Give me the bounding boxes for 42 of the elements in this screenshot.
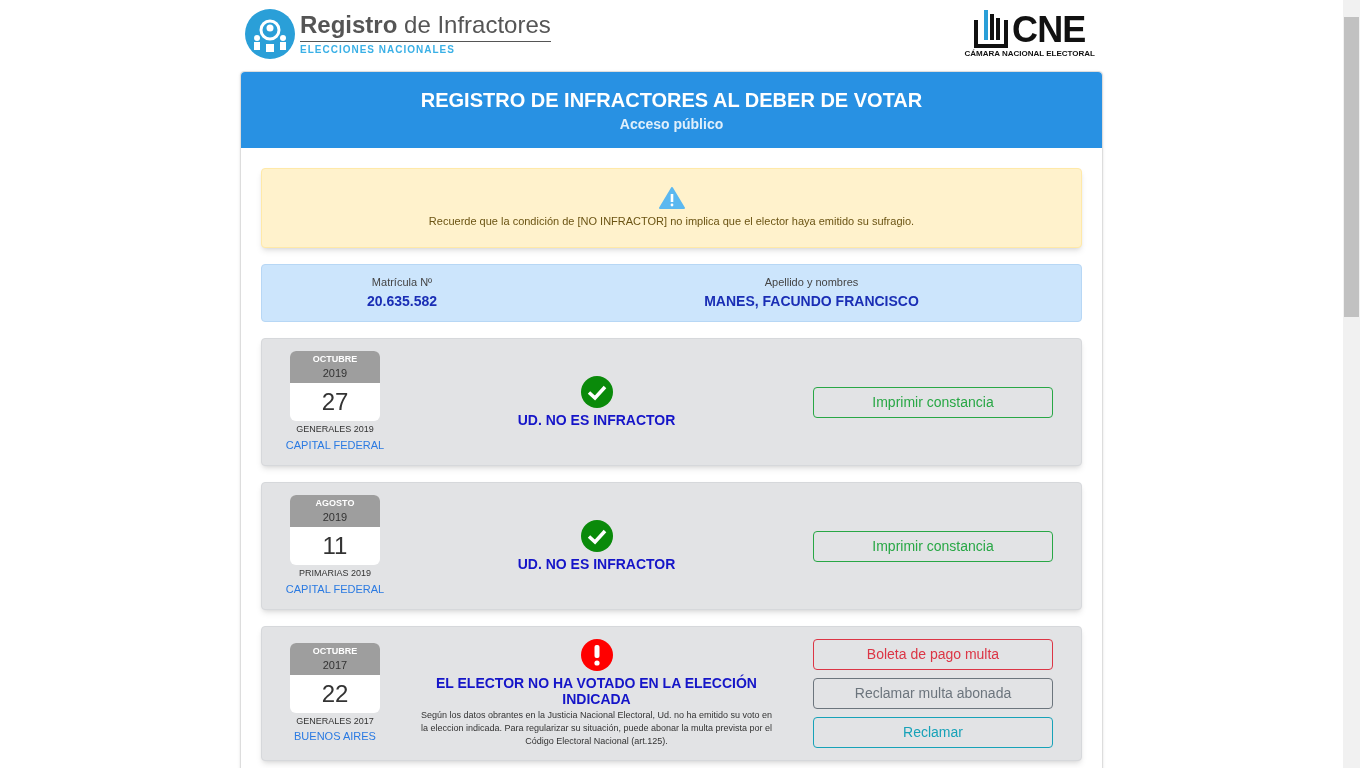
matricula-label: Matrícula Nº: [371, 275, 433, 291]
action-button[interactable]: Reclamar: [813, 717, 1053, 748]
action-button[interactable]: Boleta de pago multa: [813, 639, 1053, 670]
name-value: MANES, FACUNDO FRANCISCO: [704, 291, 919, 311]
calendar-day: 27: [321, 383, 349, 421]
result-text: EL ELECTOR NO HA VOTADO EN LA ELECCIÓN INDICADA: [435, 675, 758, 707]
result-text: UD. NO ES INFRACTOR: [517, 412, 676, 428]
result-text: UD. NO ES INFRACTOR: [517, 556, 676, 572]
action-button[interactable]: Reclamar multa abonada: [813, 678, 1053, 709]
cne-wordmark: CNE: [1012, 12, 1086, 48]
district-name: BUENOS AIRES: [294, 729, 376, 744]
calendar-year: 2019: [322, 366, 348, 381]
alert-icon: [580, 639, 613, 671]
calendar-year: 2017: [322, 657, 348, 673]
name-label: Apellido y nombres: [764, 275, 859, 291]
warning-icon: [658, 186, 685, 209]
logo-subtitle: ELECCIONES NACIONALES: [300, 43, 456, 57]
action-button[interactable]: Imprimir constancia: [813, 530, 1053, 562]
calendar-day: 22: [321, 674, 349, 713]
district-name: CAPITAL FEDERAL: [285, 437, 385, 453]
check-icon: [580, 520, 613, 552]
calendar-year: 2019: [322, 510, 348, 525]
election-name: GENERALES 2019: [296, 423, 374, 436]
calendar-month: AGOSTO: [315, 497, 355, 509]
district-name: CAPITAL FEDERAL: [285, 581, 385, 597]
action-button[interactable]: Imprimir constancia: [813, 386, 1053, 418]
calendar-month: OCTUBRE: [312, 353, 358, 365]
cne-caption: CÁMARA NACIONAL ELECTORAL: [964, 48, 1095, 60]
notice-text: Recuerde que la condición de [NO INFRACTOR] no implica que el elector haya emitido su sufragio.: [428, 213, 915, 229]
logo-title: Registro de Infractores: [300, 11, 551, 42]
election-name: PRIMARIAS 2019: [299, 567, 371, 580]
result-detail: Según los datos obrantes en la Justicia Nacional Electoral, Ud. no ha emitido su voto en la eleccion indicada. Para regularizar su situación, puede abonar la multa prevista por el Código Electoral Nacional (art.125).: [420, 709, 773, 748]
scrollbar[interactable]: [1343, 0, 1360, 768]
panel-title: REGISTRO DE INFRACTORES AL DEBER DE VOTAR: [420, 87, 923, 113]
check-icon: [580, 376, 613, 408]
cne-emblem-icon: [974, 8, 1009, 48]
panel-subtitle: Acceso público: [619, 114, 724, 134]
calendar-day: 11: [322, 527, 348, 565]
matricula-value: 20.635.582: [366, 291, 438, 311]
calendar-month: OCTUBRE: [312, 644, 358, 657]
logo-icon: [244, 8, 296, 60]
election-name: GENERALES 2017: [296, 714, 374, 728]
